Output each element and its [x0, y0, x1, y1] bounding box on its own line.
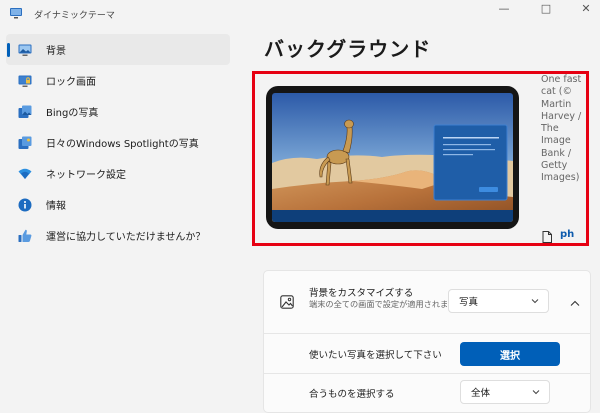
page-title: バックグラウンド	[264, 37, 432, 61]
info-icon	[18, 198, 32, 211]
sidebar-item-label: Bingの写真	[46, 108, 99, 119]
sidebar-item-label: ネットワーク設定	[46, 170, 126, 181]
sidebar-item-label: 日々のWindows Spotlightの写真	[46, 139, 199, 150]
monitor-icon	[18, 44, 32, 56]
wallpaper-preview-screen	[266, 86, 519, 229]
image-icon	[280, 295, 294, 309]
chevron-down-icon	[532, 390, 540, 395]
sidebar-item-label: 背景	[46, 46, 66, 57]
photo-credit-link[interactable]: ph	[560, 229, 574, 240]
background-type-dropdown[interactable]: 写真	[448, 289, 549, 313]
sidebar-item-background[interactable]: 背景	[6, 34, 230, 65]
sidebar: 背景 ロック画面 Bingの写真 日々のWindows Spotlightの写真	[6, 34, 230, 251]
wifi-icon	[18, 168, 32, 179]
sidebar-item-spotlight[interactable]: 日々のWindows Spotlightの写真	[6, 127, 230, 158]
sidebar-item-label: 運営に協力していただけませんか？	[46, 232, 206, 243]
close-button[interactable]: ✕	[572, 2, 600, 18]
wallpaper-preview-image	[272, 93, 513, 222]
document-icon	[542, 231, 552, 243]
title-bar: ダイナミックテーマ — □ ✕	[0, 0, 600, 28]
customize-background-title: 背景をカスタマイズする	[309, 288, 414, 299]
choose-photo-label: 使いたい写真を選択して下さい	[309, 350, 442, 361]
minimize-button[interactable]: —	[490, 2, 518, 18]
choose-photo-button[interactable]: 選択	[460, 342, 560, 366]
sidebar-item-network[interactable]: ネットワーク設定	[6, 158, 230, 189]
maximize-button[interactable]: □	[532, 2, 560, 18]
app-title: ダイナミックテーマ	[34, 11, 115, 21]
sidebar-item-feedback[interactable]: 運営に協力していただけませんか？	[6, 220, 230, 251]
app-icon	[10, 8, 22, 19]
photo-credit: One fast cat (© Martin Harvey / The Imag…	[541, 74, 582, 184]
sidebar-item-info[interactable]: 情報	[6, 189, 230, 220]
sidebar-item-label: 情報	[46, 201, 66, 212]
photos-icon	[18, 105, 32, 118]
customize-background-description: 端末の全ての画面で設定が適用されます	[309, 299, 457, 309]
chevron-down-icon	[531, 299, 539, 304]
spotlight-icon	[18, 136, 32, 149]
row-divider	[264, 333, 590, 334]
lock-screen-icon	[18, 75, 32, 87]
wallpaper-preview-highlight: One fast cat (© Martin Harvey / The Imag…	[252, 71, 589, 246]
chevron-up-icon[interactable]	[570, 300, 580, 307]
fit-value: 全体	[471, 388, 491, 399]
sidebar-item-label: ロック画面	[46, 77, 96, 88]
sidebar-item-bing-photos[interactable]: Bingの写真	[6, 96, 230, 127]
background-type-value: 写真	[459, 297, 479, 308]
fit-label: 合うものを選択する	[309, 389, 395, 400]
fit-dropdown[interactable]: 全体	[460, 380, 550, 404]
cheetah-wallpaper-image	[272, 93, 513, 222]
thumbs-up-icon	[18, 229, 32, 242]
background-settings-card: 背景をカスタマイズする 端末の全ての画面で設定が適用されます 写真 使いたい写真…	[263, 270, 591, 413]
row-divider	[264, 373, 590, 374]
sidebar-item-lock-screen[interactable]: ロック画面	[6, 65, 230, 96]
